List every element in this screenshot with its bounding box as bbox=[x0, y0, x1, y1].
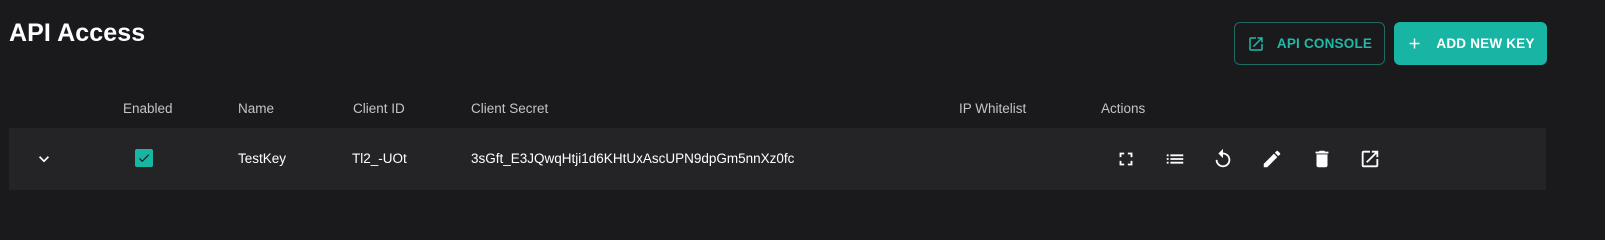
chevron-down-icon bbox=[34, 149, 54, 169]
add-new-key-button[interactable]: ADD NEW KEY bbox=[1394, 22, 1547, 65]
api-console-button[interactable]: API CONSOLE bbox=[1234, 22, 1385, 65]
column-header-ip-whitelist: IP Whitelist bbox=[959, 101, 1027, 116]
list-icon bbox=[1164, 148, 1186, 170]
edit-icon bbox=[1261, 148, 1283, 170]
api-console-label: API CONSOLE bbox=[1276, 36, 1373, 51]
open-in-new-icon bbox=[1247, 35, 1265, 53]
column-header-actions: Actions bbox=[1101, 101, 1146, 116]
details-list-button[interactable] bbox=[1163, 147, 1187, 171]
column-header-client-secret: Client Secret bbox=[471, 101, 549, 116]
enabled-checkbox[interactable] bbox=[135, 149, 153, 167]
fullscreen-button[interactable] bbox=[1114, 147, 1138, 171]
client-secret: 3sGft_E3JQwqHtji1d6KHtUxAscUPN9dpGm5nnXz… bbox=[471, 151, 795, 166]
key-name: TestKey bbox=[238, 151, 287, 166]
column-header-enabled: Enabled bbox=[123, 101, 173, 116]
open-key-button[interactable] bbox=[1358, 147, 1382, 171]
fullscreen-icon bbox=[1115, 148, 1137, 170]
delete-icon bbox=[1311, 148, 1333, 170]
regenerate-secret-button[interactable] bbox=[1211, 147, 1235, 171]
table-row: TestKey Tl2_-UOt 3sGft_E3JQwqHtji1d6KHtU… bbox=[9, 128, 1546, 190]
edit-key-button[interactable] bbox=[1260, 147, 1284, 171]
column-header-client-id: Client ID bbox=[353, 101, 405, 116]
open-in-new-icon bbox=[1359, 148, 1381, 170]
column-header-name: Name bbox=[238, 101, 275, 116]
delete-key-button[interactable] bbox=[1310, 147, 1334, 171]
api-access-page: API Access API CONSOLE ADD NEW KEY Enabl… bbox=[0, 0, 1605, 211]
plus-icon bbox=[1406, 35, 1423, 52]
table-header: Enabled Name Client ID Client Secret IP … bbox=[9, 98, 1546, 120]
page-title: API Access bbox=[9, 19, 146, 47]
client-id: Tl2_-UOt bbox=[352, 151, 407, 166]
add-new-key-label: ADD NEW KEY bbox=[1436, 36, 1535, 51]
check-icon bbox=[137, 151, 151, 165]
expand-row-button[interactable] bbox=[34, 149, 54, 169]
reset-icon bbox=[1212, 148, 1234, 170]
